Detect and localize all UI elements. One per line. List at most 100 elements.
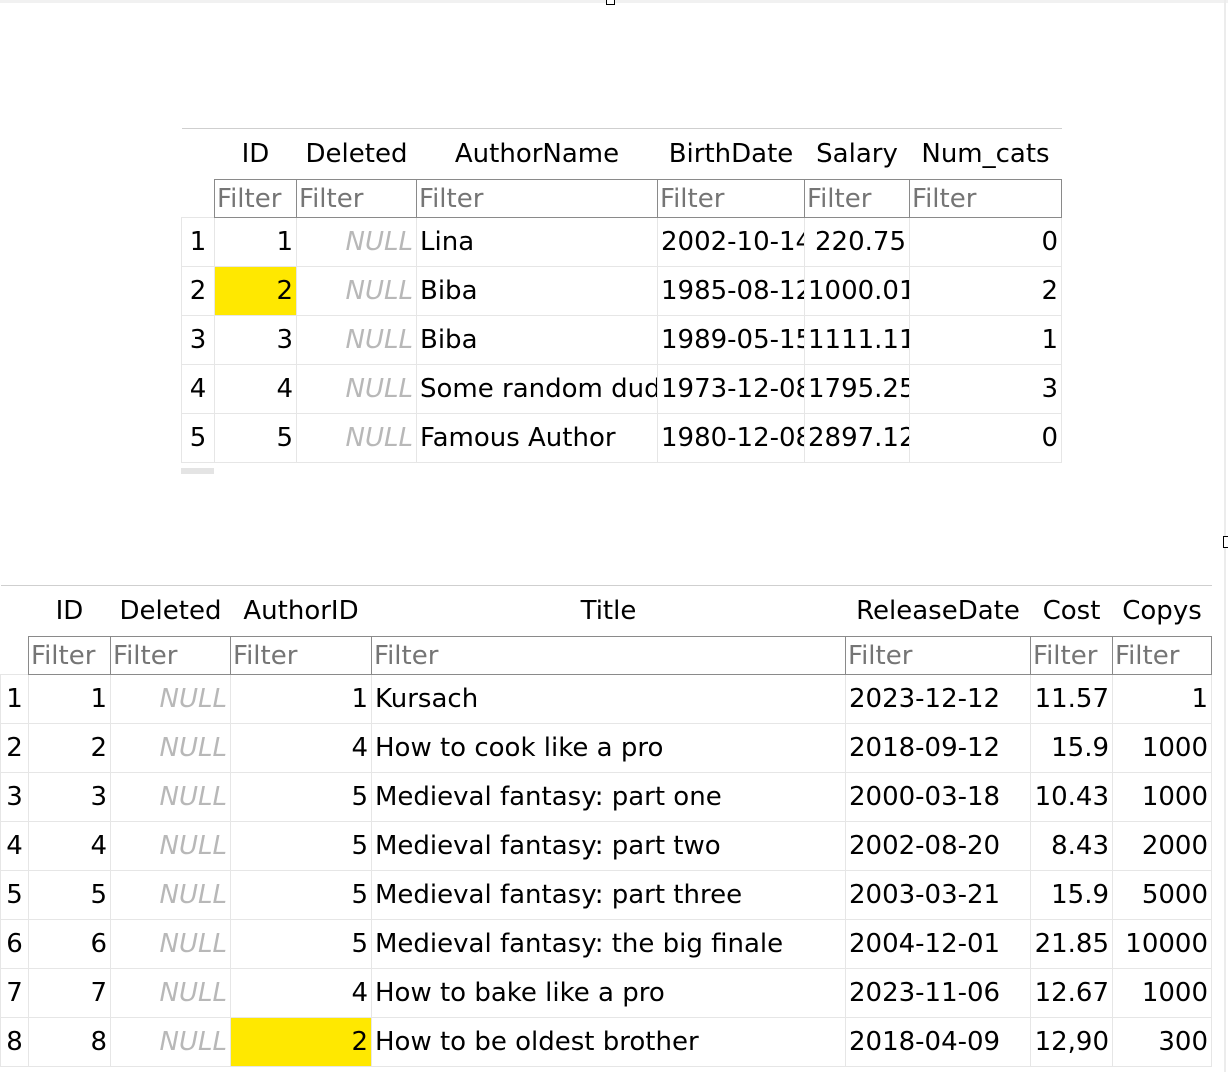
- row-number[interactable]: 8: [0, 1017, 29, 1067]
- cell-birthdate[interactable]: 1989-05-15: [657, 315, 805, 365]
- cell-releasedate[interactable]: 2003-03-21: [845, 870, 1031, 920]
- row-number[interactable]: 6: [0, 919, 29, 969]
- cell-authorid[interactable]: 5: [230, 919, 372, 969]
- cell-cost[interactable]: 8.43: [1030, 821, 1113, 871]
- cell-num-cats[interactable]: 1: [909, 315, 1062, 365]
- cell-num-cats[interactable]: 3: [909, 364, 1062, 414]
- cell-title[interactable]: Kursach: [371, 674, 846, 724]
- row-number[interactable]: 1: [0, 674, 29, 724]
- row-number[interactable]: 4: [181, 364, 215, 414]
- cell-releasedate[interactable]: 2018-09-12: [845, 723, 1031, 773]
- cell-authorname[interactable]: Famous Author: [416, 413, 658, 463]
- cell-num-cats[interactable]: 2: [909, 266, 1062, 316]
- cell-birthdate[interactable]: 1973-12-08: [657, 364, 805, 414]
- cell-copys[interactable]: 10000: [1112, 919, 1212, 969]
- column-header-birthdate[interactable]: BirthDate: [657, 128, 805, 180]
- cell-id[interactable]: 5: [214, 413, 297, 463]
- cell-releasedate[interactable]: 2023-12-12: [845, 674, 1031, 724]
- cell-deleted[interactable]: NULL: [110, 723, 231, 773]
- cell-authorid[interactable]: 1: [230, 674, 372, 724]
- table-row[interactable]: 4 4 NULL 5 Medieval fantasy: part two 20…: [0, 821, 1212, 871]
- cell-title[interactable]: How to be oldest brother: [371, 1017, 846, 1067]
- table-row[interactable]: 3 3 NULL 5 Medieval fantasy: part one 20…: [0, 772, 1212, 822]
- cell-cost[interactable]: 11.57: [1030, 674, 1113, 724]
- cell-id[interactable]: 3: [28, 772, 111, 822]
- table-row[interactable]: 4 4 NULL Some random dude 1973-12-08 179…: [181, 364, 1062, 414]
- cell-deleted[interactable]: NULL: [110, 772, 231, 822]
- cell-salary[interactable]: 1000.01: [804, 266, 910, 316]
- filter-input-num-cats[interactable]: [912, 183, 1059, 214]
- cell-copys[interactable]: 1000: [1112, 723, 1212, 773]
- cell-cost[interactable]: 15.9: [1030, 870, 1113, 920]
- cell-authorid[interactable]: 5: [230, 821, 372, 871]
- filter-input-authorid[interactable]: [233, 640, 369, 671]
- cell-id[interactable]: 2: [28, 723, 111, 773]
- cell-title[interactable]: Medieval fantasy: part two: [371, 821, 846, 871]
- cell-deleted[interactable]: NULL: [110, 919, 231, 969]
- cell-id-highlighted[interactable]: 2: [214, 266, 297, 316]
- column-header-title[interactable]: Title: [371, 585, 846, 637]
- cell-copys[interactable]: 300: [1112, 1017, 1212, 1067]
- cell-birthdate[interactable]: 2002-10-14: [657, 217, 805, 267]
- filter-input-id[interactable]: [217, 183, 294, 214]
- table-row[interactable]: 2 2 NULL 4 How to cook like a pro 2018-0…: [0, 723, 1212, 773]
- row-number[interactable]: 7: [0, 968, 29, 1018]
- cell-id[interactable]: 4: [214, 364, 297, 414]
- cell-deleted[interactable]: NULL: [110, 821, 231, 871]
- column-header-authorname[interactable]: AuthorName: [416, 128, 658, 180]
- column-header-deleted[interactable]: Deleted: [110, 585, 231, 637]
- cell-title[interactable]: Medieval fantasy: part three: [371, 870, 846, 920]
- filter-input-deleted[interactable]: [113, 640, 228, 671]
- cell-deleted[interactable]: NULL: [110, 674, 231, 724]
- cell-salary[interactable]: 2897.12: [804, 413, 910, 463]
- cell-authorid[interactable]: 4: [230, 968, 372, 1018]
- cell-birthdate[interactable]: 1985-08-12: [657, 266, 805, 316]
- table-row[interactable]: 5 5 NULL 5 Medieval fantasy: part three …: [0, 870, 1212, 920]
- cell-authorid-highlighted[interactable]: 2: [230, 1017, 372, 1067]
- cell-releasedate[interactable]: 2023-11-06: [845, 968, 1031, 1018]
- cell-id[interactable]: 3: [214, 315, 297, 365]
- cell-authorid[interactable]: 5: [230, 772, 372, 822]
- cell-id[interactable]: 4: [28, 821, 111, 871]
- column-header-salary[interactable]: Salary: [804, 128, 910, 180]
- filter-input-id[interactable]: [31, 640, 108, 671]
- cell-salary[interactable]: 1795.25: [804, 364, 910, 414]
- filter-input-authorname[interactable]: [419, 183, 655, 214]
- cell-cost[interactable]: 12,90: [1030, 1017, 1113, 1067]
- cell-cost[interactable]: 12.67: [1030, 968, 1113, 1018]
- table-row[interactable]: 5 5 NULL Famous Author 1980-12-08 2897.1…: [181, 413, 1062, 463]
- filter-input-releasedate[interactable]: [848, 640, 1028, 671]
- filter-input-deleted[interactable]: [299, 183, 414, 214]
- cell-authorname[interactable]: Some random dude: [416, 364, 658, 414]
- row-number[interactable]: 3: [0, 772, 29, 822]
- column-header-id[interactable]: ID: [214, 128, 297, 180]
- row-number[interactable]: 2: [0, 723, 29, 773]
- cell-cost[interactable]: 15.9: [1030, 723, 1113, 773]
- cell-copys[interactable]: 1: [1112, 674, 1212, 724]
- column-header-releasedate[interactable]: ReleaseDate: [845, 585, 1031, 637]
- column-header-authorid[interactable]: AuthorID: [230, 585, 372, 637]
- cell-copys[interactable]: 5000: [1112, 870, 1212, 920]
- cell-id[interactable]: 6: [28, 919, 111, 969]
- cell-cost[interactable]: 10.43: [1030, 772, 1113, 822]
- cell-id[interactable]: 8: [28, 1017, 111, 1067]
- cell-authorname[interactable]: Lina: [416, 217, 658, 267]
- table-row[interactable]: 3 3 NULL Biba 1989-05-15 1111.11 1: [181, 315, 1062, 365]
- resize-handle-right[interactable]: [1223, 536, 1228, 548]
- cell-num-cats[interactable]: 0: [909, 217, 1062, 267]
- filter-input-salary[interactable]: [807, 183, 907, 214]
- cell-id[interactable]: 7: [28, 968, 111, 1018]
- cell-id[interactable]: 1: [214, 217, 297, 267]
- cell-title[interactable]: How to bake like a pro: [371, 968, 846, 1018]
- column-header-id[interactable]: ID: [28, 585, 111, 637]
- row-number[interactable]: 1: [181, 217, 215, 267]
- filter-input-copys[interactable]: [1115, 640, 1209, 671]
- column-header-deleted[interactable]: Deleted: [296, 128, 417, 180]
- cell-salary[interactable]: 1111.11: [804, 315, 910, 365]
- cell-salary[interactable]: 220.75: [804, 217, 910, 267]
- row-number[interactable]: 3: [181, 315, 215, 365]
- cell-deleted[interactable]: NULL: [296, 364, 417, 414]
- table-row[interactable]: 6 6 NULL 5 Medieval fantasy: the big fin…: [0, 919, 1212, 969]
- row-number[interactable]: 4: [0, 821, 29, 871]
- cell-deleted[interactable]: NULL: [296, 315, 417, 365]
